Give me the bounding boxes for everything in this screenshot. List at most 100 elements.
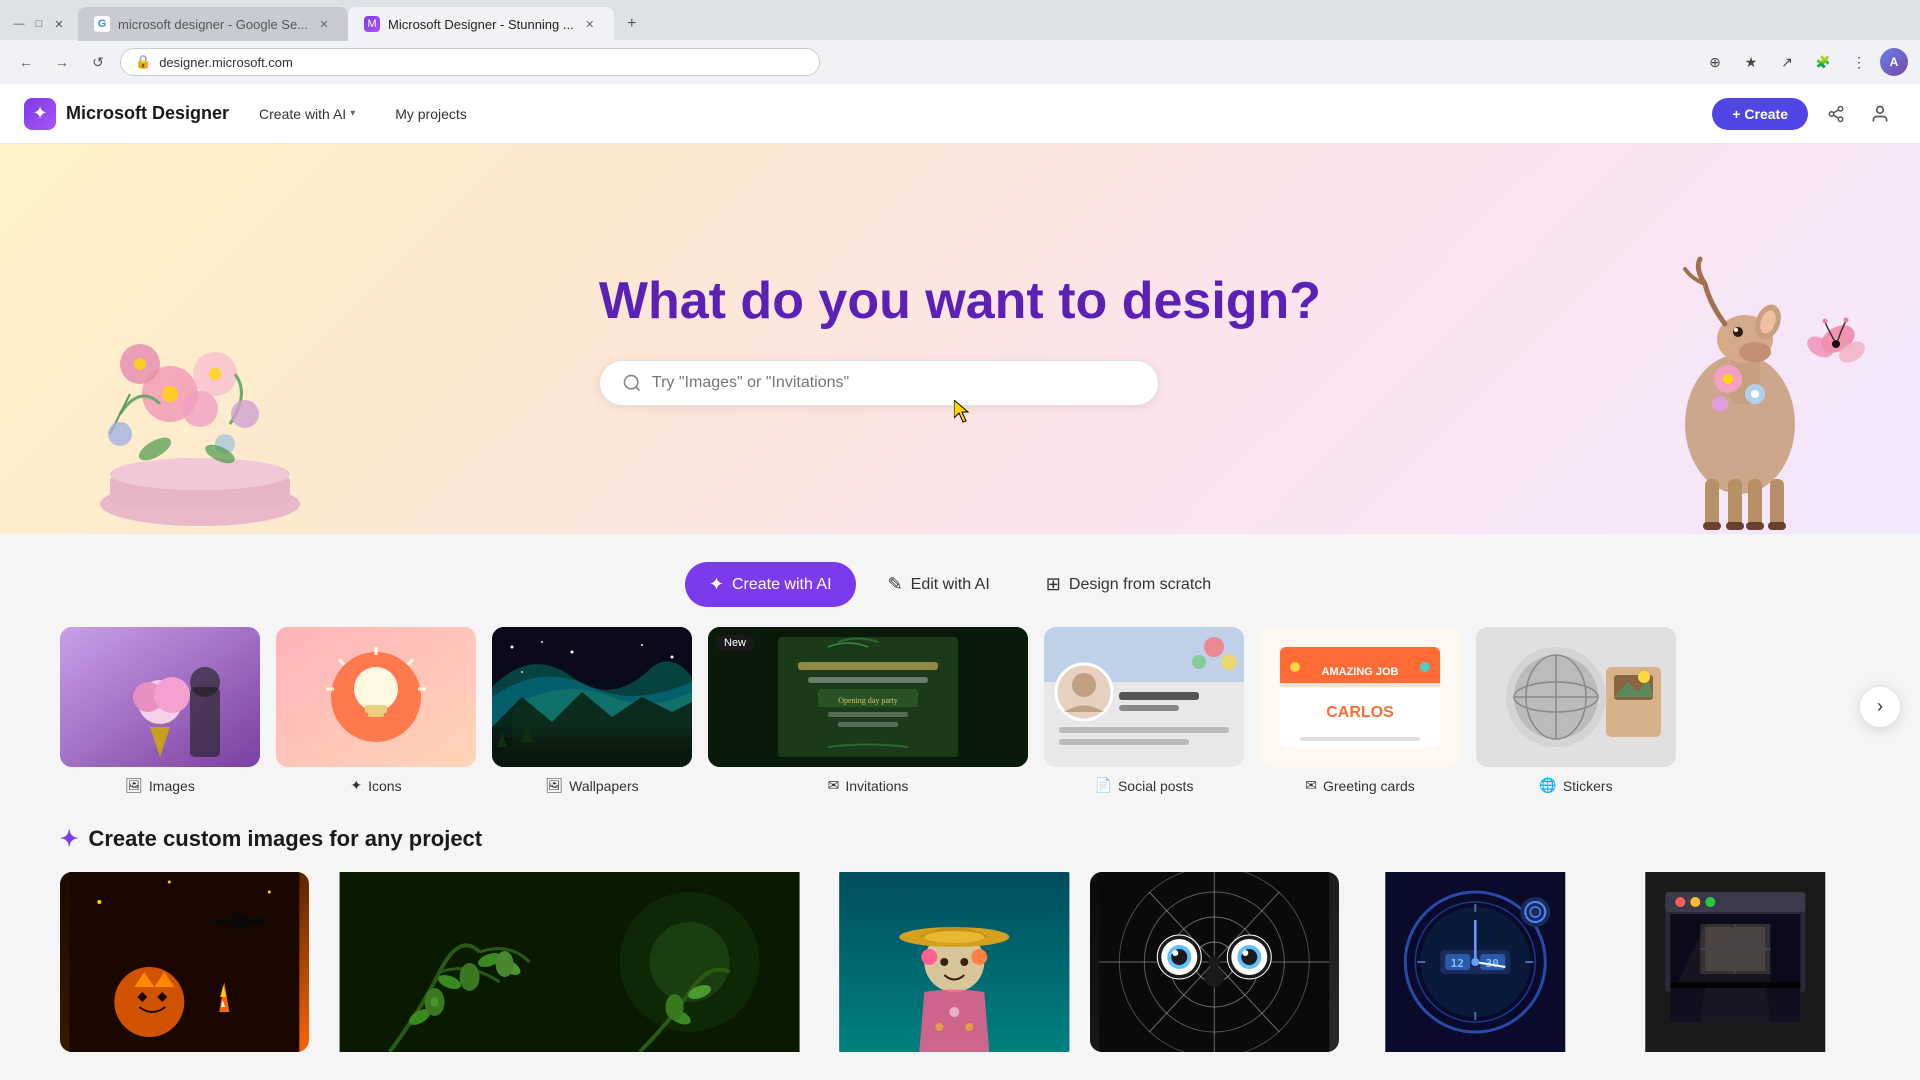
bookmark-icon[interactable]: ★ (1736, 47, 1766, 77)
search-input[interactable] (652, 374, 1136, 392)
custom-image-halloween[interactable] (60, 872, 309, 1052)
custom-image-olives[interactable] (321, 872, 818, 1052)
category-wallpapers[interactable]: 🖼 Wallpapers (492, 627, 692, 794)
extensions-icon[interactable]: 🧩 (1808, 47, 1838, 77)
nav-create-ai[interactable]: Create with AI ▾ (249, 100, 365, 128)
navbar-right: + Create (1712, 98, 1896, 130)
custom-image-tech[interactable]: 12 30 (1351, 872, 1600, 1052)
hero-content: What do you want to design? (599, 272, 1321, 406)
custom-image-spiderweb[interactable] (1090, 872, 1339, 1052)
category-image-social (1044, 627, 1244, 767)
share-toolbar-icon[interactable]: ↗ (1772, 47, 1802, 77)
reload-button[interactable]: ↺ (84, 48, 112, 76)
app-logo[interactable]: ✦ Microsoft Designer (24, 98, 229, 130)
address-bar-row: ← → ↺ 🔒 designer.microsoft.com ⊕ ★ ↗ 🧩 ⋮… (0, 40, 1920, 84)
hero-section: What do you want to design? (0, 144, 1920, 534)
close-button[interactable]: ✕ (52, 17, 66, 31)
design-scratch-icon: ⊞ (1046, 574, 1061, 595)
minimize-button[interactable]: — (12, 17, 26, 31)
custom-image-window[interactable] (1611, 872, 1860, 1052)
category-label-stickers: 🌐 Stickers (1476, 777, 1676, 794)
category-label-wallpapers: 🖼 Wallpapers (492, 777, 692, 794)
svg-text:AMAZING JOB: AMAZING JOB (1322, 666, 1399, 678)
new-tab-button[interactable]: + (618, 10, 646, 38)
nav-my-projects-label: My projects (395, 106, 467, 122)
category-images[interactable]: 🖼 Images (60, 627, 260, 794)
tab-favicon-designer: M (364, 16, 380, 32)
category-label-greeting: ✉ Greeting cards (1260, 777, 1460, 794)
user-avatar[interactable] (1864, 98, 1896, 130)
svg-text:Opening day party: Opening day party (838, 696, 898, 705)
nav-create-ai-label: Create with AI (259, 106, 346, 122)
tab-create-ai[interactable]: ✦ Create with AI (685, 562, 856, 607)
action-tabs: ✦ Create with AI ✎ Edit with AI ⊞ Design… (0, 534, 1920, 627)
tab-designer[interactable]: M Microsoft Designer - Stunning ... ✕ (348, 7, 614, 41)
category-label-invitations: ✉ Invitations (708, 777, 1028, 794)
window-controls: — □ ✕ (0, 17, 78, 31)
svg-text:12: 12 (1451, 957, 1464, 970)
tab-close-designer[interactable]: ✕ (582, 16, 598, 32)
category-label-icons: ✦ Icons (276, 777, 476, 794)
category-invitations[interactable]: New Opening day party (708, 627, 1028, 794)
category-social-posts[interactable]: 📄 Social posts (1044, 627, 1244, 794)
nav-my-projects[interactable]: My projects (385, 100, 477, 128)
tab-label-google: microsoft designer - Google Se... (118, 17, 308, 32)
edit-ai-icon: ✎ (888, 574, 903, 595)
tab-bar: — □ ✕ G microsoft designer - Google Se..… (0, 0, 1920, 40)
tab-edit-ai[interactable]: ✎ Edit with AI (864, 562, 1014, 607)
category-greeting-cards[interactable]: AMAZING JOB CARLOS ✉ Greeting cards (1260, 627, 1460, 794)
profile-avatar[interactable]: A (1880, 48, 1908, 76)
cursor (954, 400, 966, 418)
category-image-images (60, 627, 260, 767)
back-button[interactable]: ← (12, 48, 40, 76)
scroll-right-button[interactable]: › (1860, 687, 1900, 727)
category-icons[interactable]: ✦ Icons (276, 627, 476, 794)
tab-design-scratch-label: Design from scratch (1069, 576, 1211, 594)
custom-image-sombrero[interactable] (830, 872, 1079, 1052)
section-title: ✦ Create custom images for any project (60, 826, 1860, 852)
share-button[interactable] (1820, 98, 1852, 130)
tab-label-designer: Microsoft Designer - Stunning ... (388, 17, 574, 32)
address-box[interactable]: 🔒 designer.microsoft.com (120, 48, 820, 76)
forward-button[interactable]: → (48, 48, 76, 76)
category-icon-social: 📄 (1095, 777, 1112, 794)
categories-scroll: 🖼 Images (60, 627, 1860, 794)
search-icon (622, 373, 642, 393)
category-icon-invitations: ✉ (828, 777, 840, 794)
hero-left-decoration (60, 194, 340, 534)
category-image-invitations: New Opening day party (708, 627, 1028, 767)
tab-edit-ai-label: Edit with AI (911, 576, 990, 594)
category-image-icons (276, 627, 476, 767)
section-title-icon: ✦ (60, 826, 78, 852)
tab-google-search[interactable]: G microsoft designer - Google Se... ✕ (78, 7, 348, 41)
nav-create-ai-chevron: ▾ (350, 108, 355, 119)
create-ai-icon: ✦ (709, 574, 724, 595)
lock-icon: 🔒 (135, 54, 151, 70)
hero-search-box[interactable] (599, 360, 1159, 406)
tab-design-scratch[interactable]: ⊞ Design from scratch (1022, 562, 1235, 607)
cast-icon[interactable]: ⊕ (1700, 47, 1730, 77)
logo-icon: ✦ (24, 98, 56, 130)
tab-close-google[interactable]: ✕ (316, 16, 332, 32)
maximize-button[interactable]: □ (32, 17, 46, 31)
hero-right-decoration (1580, 194, 1880, 534)
categories-section: 🖼 Images (0, 627, 1920, 794)
category-icon-icons: ✦ (350, 777, 362, 794)
category-label-social: 📄 Social posts (1044, 777, 1244, 794)
create-button[interactable]: + Create (1712, 98, 1808, 130)
menu-icon[interactable]: ⋮ (1844, 47, 1874, 77)
category-icon-stickers: 🌐 (1539, 777, 1556, 794)
category-icon-greeting: ✉ (1305, 777, 1317, 794)
category-icon-wallpapers: 🖼 (545, 777, 563, 794)
category-label-images: 🖼 Images (60, 777, 260, 794)
category-image-stickers (1476, 627, 1676, 767)
category-image-greeting: AMAZING JOB CARLOS (1260, 627, 1460, 767)
custom-images-section: ✦ Create custom images for any project (0, 794, 1920, 1052)
new-badge: New (716, 635, 754, 651)
address-text: designer.microsoft.com (159, 55, 293, 70)
logo-text: Microsoft Designer (66, 103, 229, 124)
browser-window: — □ ✕ G microsoft designer - Google Se..… (0, 0, 1920, 84)
category-image-wallpapers (492, 627, 692, 767)
category-icon-images: 🖼 (125, 777, 143, 794)
category-stickers[interactable]: 🌐 Stickers (1476, 627, 1676, 794)
